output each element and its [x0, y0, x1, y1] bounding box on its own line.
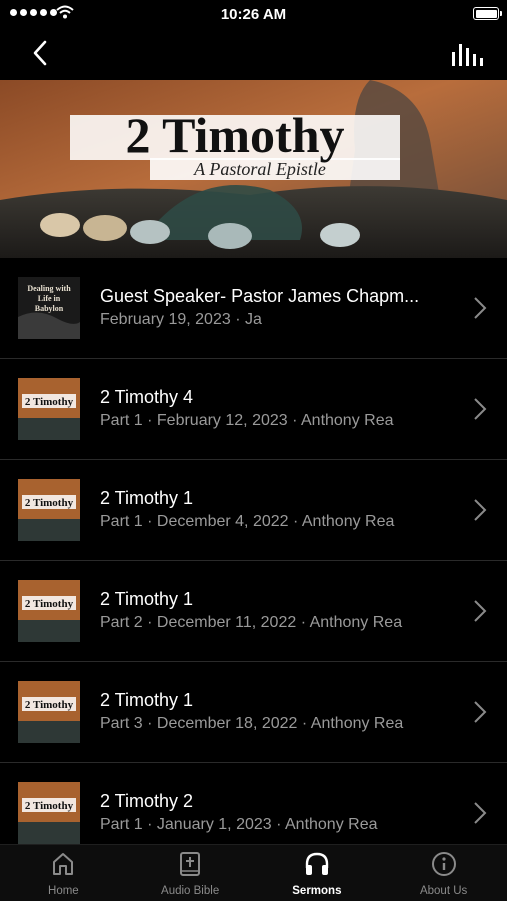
sermon-row[interactable]: 2 Timothy 2 Timothy 4 Part 1 · February … [0, 359, 507, 460]
back-button[interactable] [24, 36, 58, 70]
banner-title: 2 Timothy [125, 107, 344, 163]
sermon-row[interactable]: Dealing with Life in Babylon Guest Speak… [0, 258, 507, 359]
navigation-bar [0, 28, 507, 78]
svg-text:2 Timothy: 2 Timothy [25, 598, 74, 610]
sermon-row[interactable]: 2 Timothy 2 Timothy 1 Part 3 · December … [0, 662, 507, 763]
series-banner: 2 Timothy A Pastoral Epistle [0, 80, 507, 258]
sermon-thumbnail: 2 Timothy [18, 681, 80, 743]
chevron-right-icon [474, 398, 487, 420]
tab-sermons-label: Sermons [292, 885, 342, 897]
tab-audio-bible-label: Audio Bible [161, 885, 220, 897]
sermon-thumbnail: 2 Timothy [18, 479, 80, 541]
status-bar: 10:26 AM [0, 0, 507, 28]
sermon-thumbnail: 2 Timothy [18, 378, 80, 440]
sermon-thumbnail: Dealing with Life in Babylon [18, 277, 80, 339]
home-icon [53, 853, 74, 875]
chevron-right-icon [474, 802, 487, 824]
svg-text:2 Timothy: 2 Timothy [25, 396, 74, 408]
svg-text:2 Timothy: 2 Timothy [25, 699, 74, 711]
sermon-title: 2 Timothy 1 [100, 690, 194, 710]
sermon-title: 2 Timothy 1 [100, 589, 194, 609]
sermon-subtitle: Part 1 · January 1, 2023 · Anthony Rea [100, 816, 378, 833]
sermon-subtitle: Part 1 · February 12, 2023 · Anthony Rea [100, 412, 394, 429]
svg-text:Life in: Life in [38, 294, 61, 303]
tab-home[interactable]: Home [0, 845, 127, 901]
sermon-thumbnail: 2 Timothy [18, 782, 80, 844]
sermon-row[interactable]: 2 Timothy 2 Timothy 2 Part 1 · January 1… [0, 763, 507, 844]
audio-bars-button[interactable] [449, 38, 483, 72]
tab-audio-bible[interactable]: Audio Bible [127, 845, 254, 901]
bible-icon [180, 852, 201, 876]
sermon-subtitle: February 19, 2023 · Ja [100, 311, 262, 328]
chevron-right-icon [474, 499, 487, 521]
tab-about-us[interactable]: About Us [380, 845, 507, 901]
tab-home-label: Home [48, 885, 79, 897]
info-icon [431, 852, 456, 876]
banner-subtitle: A Pastoral Epistle [193, 159, 326, 179]
svg-text:2 Timothy: 2 Timothy [25, 497, 74, 509]
chevron-right-icon [474, 297, 487, 319]
status-time: 10:26 AM [220, 6, 287, 23]
sermon-subtitle: Part 2 · December 11, 2022 · Anthony Rea [100, 614, 403, 631]
tab-bar: Home Audio Bible Sermons About Us [0, 844, 507, 901]
sermon-title: 2 Timothy 2 [100, 791, 194, 811]
sermon-title: 2 Timothy 1 [100, 488, 194, 508]
sermon-title: Guest Speaker- Pastor James Chapm... [100, 286, 420, 306]
chevron-right-icon [474, 600, 487, 622]
chevron-right-icon [474, 701, 487, 723]
headphones-icon [305, 852, 329, 875]
svg-text:2 Timothy: 2 Timothy [25, 800, 74, 812]
sermon-subtitle: Part 1 · December 4, 2022 · Anthony Rea [100, 513, 395, 530]
sermon-list: Dealing with Life in Babylon Guest Speak… [0, 258, 507, 844]
tab-sermons[interactable]: Sermons [254, 845, 381, 901]
sermon-row[interactable]: 2 Timothy 2 Timothy 1 Part 1 · December … [0, 460, 507, 561]
svg-text:Dealing with: Dealing with [27, 284, 71, 293]
sermon-row[interactable]: 2 Timothy 2 Timothy 1 Part 2 · December … [0, 561, 507, 662]
tab-about-us-label: About Us [419, 885, 468, 897]
sermon-title: 2 Timothy 4 [100, 387, 194, 407]
svg-text:Babylon: Babylon [35, 304, 64, 313]
sermon-subtitle: Part 3 · December 18, 2022 · Anthony Rea [100, 715, 404, 732]
sermon-thumbnail: 2 Timothy [18, 580, 80, 642]
battery-icon [473, 7, 502, 20]
